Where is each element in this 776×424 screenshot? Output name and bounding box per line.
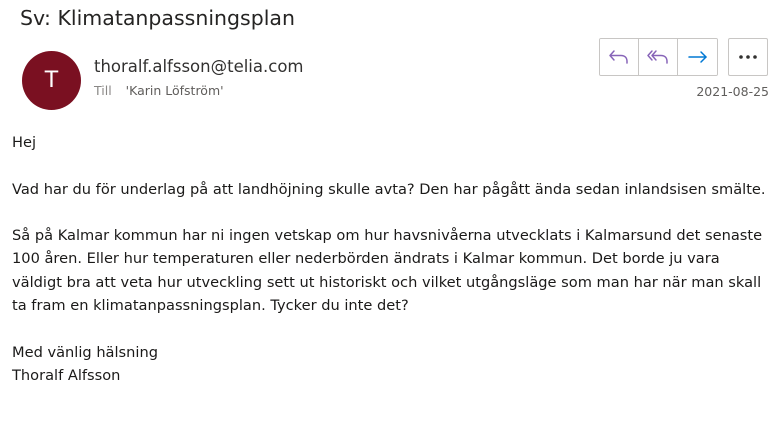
more-actions-button[interactable] [728,38,768,76]
sender-address[interactable]: thoralf.alfsson@telia.com [94,56,304,78]
reply-all-icon [647,50,668,64]
email-subject: Sv: Klimatanpassningsplan [20,6,295,30]
more-icon [739,55,757,59]
reply-actions-group [599,38,718,76]
body-paragraph-1: Vad har du för underlag på att landhöjni… [12,180,766,198]
sent-date: 2021-08-25 [696,84,769,99]
message-actions [599,38,768,76]
email-reading-pane: Sv: Klimatanpassningsplan T thoralf.alfs… [0,0,776,424]
forward-icon [687,51,707,63]
reply-button[interactable] [600,39,639,75]
avatar-initial: T [44,68,59,93]
body-closing: Med vänlig hälsning [12,343,158,361]
recipient-name[interactable]: 'Karin Löfström' [126,83,224,98]
recipient-line: Till 'Karin Löfström' [94,83,224,99]
reply-icon [609,50,628,64]
body-greeting: Hej [12,134,37,151]
forward-button[interactable] [678,39,717,75]
to-label: Till [94,83,112,98]
body-paragraph-2: Så på Kalmar kommun har ni ingen vetskap… [12,227,763,315]
email-body: Hej Vad har du för underlag på att landh… [12,131,768,387]
reply-all-button[interactable] [639,39,678,75]
body-signature: Thoralf Alfsson [12,366,121,384]
sender-avatar[interactable]: T [22,51,81,110]
